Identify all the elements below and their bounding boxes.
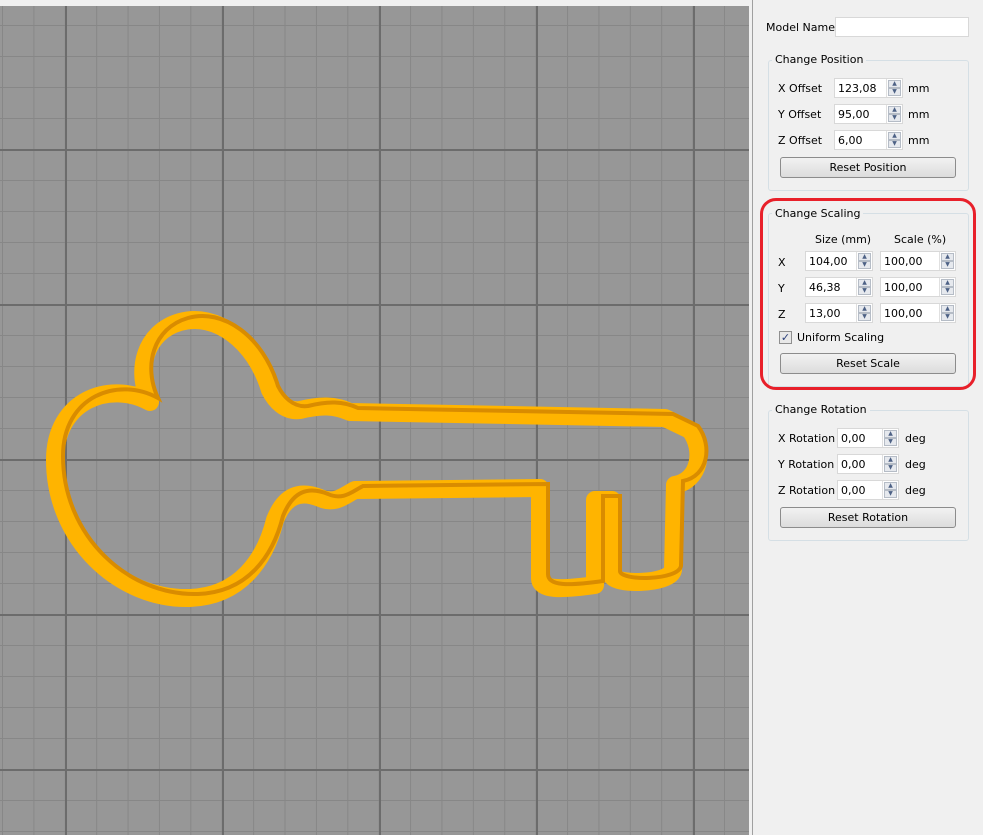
y-rotation-input[interactable]: 0,00 ▲ ▼ <box>837 454 899 474</box>
spinner[interactable]: ▲ ▼ <box>882 455 898 473</box>
x-rotation-unit: deg <box>905 432 926 445</box>
z-rotation-unit: deg <box>905 484 926 497</box>
key-model[interactable] <box>0 6 749 829</box>
spinner[interactable]: ▲ ▼ <box>886 131 902 149</box>
up-arrow-icon[interactable]: ▲ <box>884 430 897 438</box>
model-name-input[interactable] <box>835 17 969 37</box>
x-offset-value: 123,08 <box>838 82 877 95</box>
up-arrow-icon[interactable]: ▲ <box>884 456 897 464</box>
up-arrow-icon[interactable]: ▲ <box>888 132 901 140</box>
down-arrow-icon[interactable]: ▼ <box>888 140 901 148</box>
down-arrow-icon[interactable]: ▼ <box>884 464 897 472</box>
x-offset-label: X Offset <box>778 82 823 95</box>
reset-position-button[interactable]: Reset Position <box>780 157 956 178</box>
z-offset-input[interactable]: 6,00 ▲ ▼ <box>834 130 903 150</box>
reset-rotation-button[interactable]: Reset Rotation <box>780 507 956 528</box>
z-rotation-input[interactable]: 0,00 ▲ ▼ <box>837 480 899 500</box>
y-rotation-value: 0,00 <box>841 458 866 471</box>
y-offset-label: Y Offset <box>778 108 822 121</box>
change-position-title: Change Position <box>772 53 867 66</box>
3d-viewport[interactable] <box>0 6 749 835</box>
x-rotation-value: 0,00 <box>841 432 866 445</box>
x-offset-input[interactable]: 123,08 ▲ ▼ <box>834 78 903 98</box>
z-offset-label: Z Offset <box>778 134 823 147</box>
x-offset-unit: mm <box>908 82 930 95</box>
z-offset-unit: mm <box>908 134 930 147</box>
highlight-annotation <box>760 198 976 390</box>
down-arrow-icon[interactable]: ▼ <box>888 88 901 96</box>
y-offset-input[interactable]: 95,00 ▲ ▼ <box>834 104 903 124</box>
up-arrow-icon[interactable]: ▲ <box>888 106 901 114</box>
y-offset-unit: mm <box>908 108 930 121</box>
panel-divider <box>752 0 753 835</box>
down-arrow-icon[interactable]: ▼ <box>888 114 901 122</box>
model-name-value <box>836 18 968 36</box>
up-arrow-icon[interactable]: ▲ <box>884 482 897 490</box>
down-arrow-icon[interactable]: ▼ <box>884 490 897 498</box>
y-rotation-unit: deg <box>905 458 926 471</box>
down-arrow-icon[interactable]: ▼ <box>884 438 897 446</box>
model-name-label: Model Name: <box>766 21 839 34</box>
z-rotation-label: Z Rotation <box>778 484 836 497</box>
spinner[interactable]: ▲ ▼ <box>882 429 898 447</box>
z-rotation-value: 0,00 <box>841 484 866 497</box>
spinner[interactable]: ▲ ▼ <box>882 481 898 499</box>
spinner[interactable]: ▲ ▼ <box>886 79 902 97</box>
change-rotation-title: Change Rotation <box>772 403 870 416</box>
x-rotation-label: X Rotation <box>778 432 836 445</box>
y-rotation-label: Y Rotation <box>778 458 835 471</box>
up-arrow-icon[interactable]: ▲ <box>888 80 901 88</box>
y-offset-value: 95,00 <box>838 108 870 121</box>
spinner[interactable]: ▲ ▼ <box>886 105 902 123</box>
x-rotation-input[interactable]: 0,00 ▲ ▼ <box>837 428 899 448</box>
z-offset-value: 6,00 <box>838 134 863 147</box>
